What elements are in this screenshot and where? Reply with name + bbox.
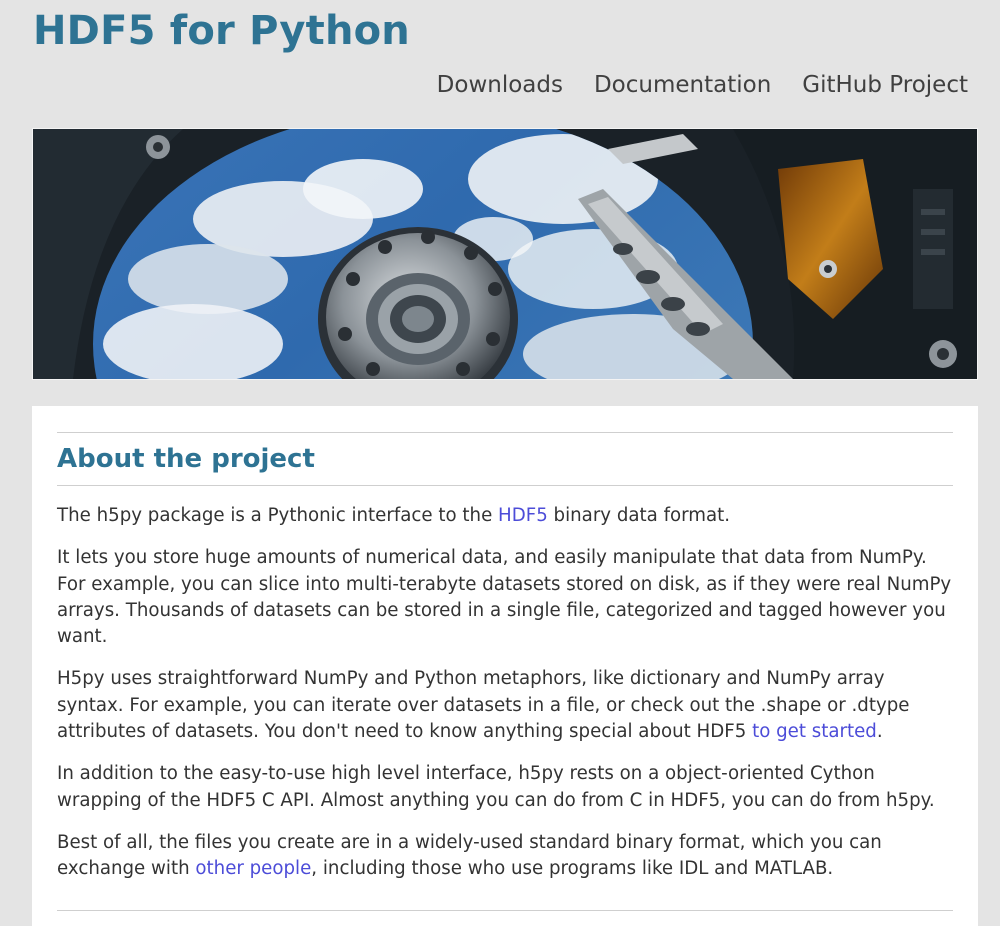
about-section: About the project The h5py package is a … [32, 406, 978, 926]
hdf5-link[interactable]: HDF5 [498, 505, 548, 526]
divider [57, 910, 953, 911]
top-nav: Downloads Documentation GitHub Project [437, 72, 968, 98]
paragraph-text: The h5py package is a Pythonic interface… [57, 505, 499, 526]
nav-downloads[interactable]: Downloads [437, 72, 563, 98]
paragraph-metaphors: H5py uses straightforward NumPy and Pyth… [57, 666, 953, 745]
divider [57, 432, 953, 433]
get-started-link[interactable]: to get started [752, 721, 877, 742]
nav-github-project[interactable]: GitHub Project [802, 72, 968, 98]
paragraph-cython: In addition to the easy-to-use high leve… [57, 763, 935, 811]
site-title[interactable]: HDF5 for Python [33, 8, 410, 54]
paragraph-numpy: It lets you store huge amounts of numeri… [57, 547, 952, 648]
nav-documentation[interactable]: Documentation [594, 72, 771, 98]
paragraph-text: . [876, 721, 883, 743]
paragraph-text: binary data format. [547, 505, 731, 526]
paragraph-intro: The h5py package is a Pythonic interface… [57, 503, 953, 529]
hard-drive-illustration [33, 129, 977, 379]
banner-hard-drive-image [32, 128, 978, 380]
paragraph-text: , including those who use programs like … [311, 858, 834, 880]
paragraph-format: Best of all, the files you create are in… [57, 830, 953, 883]
divider [57, 485, 953, 486]
other-people-link[interactable]: other people [195, 858, 311, 879]
section-heading: About the project [57, 444, 315, 474]
